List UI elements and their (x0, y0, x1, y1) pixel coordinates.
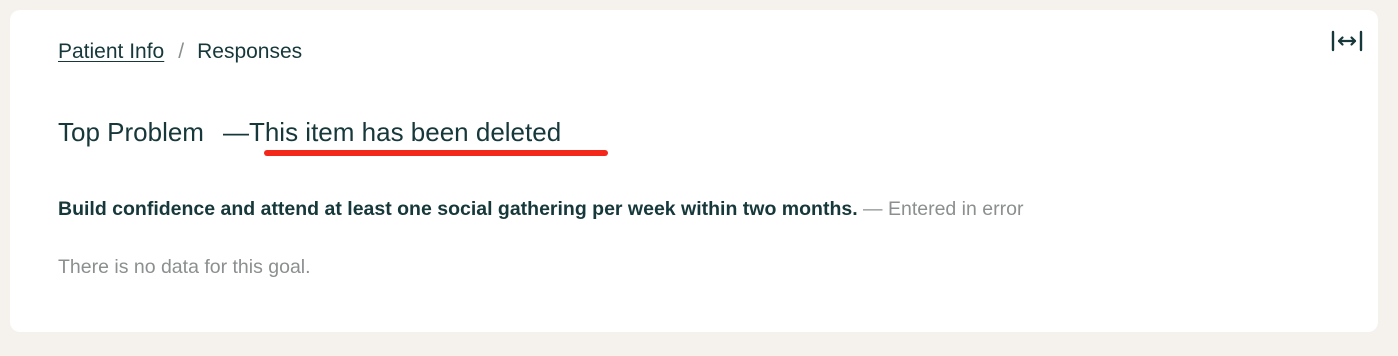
goal-empty-message: There is no data for this goal. (58, 256, 311, 278)
breadcrumb-current: Responses (197, 40, 303, 63)
responses-card: Patient Info / Responses Top Problem — T… (10, 10, 1378, 332)
goal-text: Build confidence and attend at least one… (58, 198, 858, 220)
red-underline-annotation (264, 150, 608, 156)
breadcrumb: Patient Info / Responses (58, 39, 302, 65)
breadcrumb-separator: / (178, 40, 185, 63)
problem-heading: Top Problem — This item has been deleted (58, 115, 561, 149)
problem-title: Top Problem (58, 117, 204, 147)
expand-horizontal-icon (1331, 30, 1363, 52)
problem-deleted-status: This item has been deleted (248, 117, 562, 147)
expand-width-button[interactable] (1330, 26, 1364, 56)
problem-dash: — (222, 117, 249, 147)
goal-status: — Entered in error (863, 198, 1024, 220)
goal-row: Build confidence and attend at least one… (58, 196, 1023, 222)
breadcrumb-patient-info-link[interactable]: Patient Info (58, 39, 164, 65)
